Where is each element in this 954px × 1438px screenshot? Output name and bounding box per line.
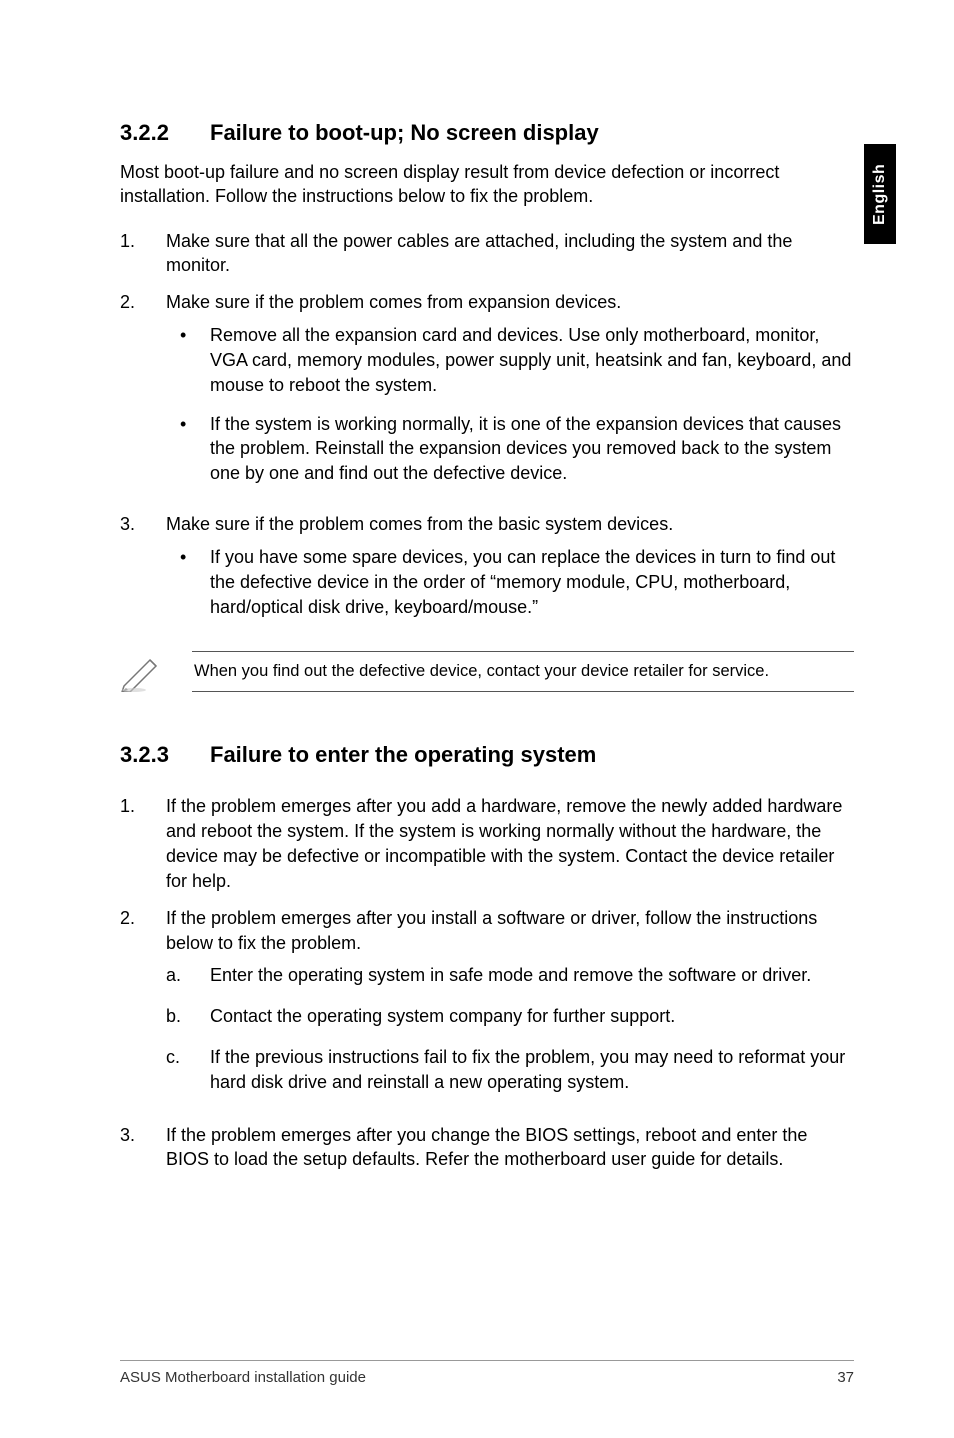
footer-page-number: 37: [837, 1369, 854, 1386]
bullet-item: • If you have some spare devices, you ca…: [166, 545, 854, 619]
item-text: If the problem emerges after you install…: [166, 908, 817, 953]
alpha-list: a. Enter the operating system in safe mo…: [166, 963, 854, 1094]
alpha-item: b. Contact the operating system company …: [166, 1004, 854, 1029]
bullet-item: • Remove all the expansion card and devi…: [166, 323, 854, 397]
item-text: Make sure if the problem comes from expa…: [166, 292, 621, 312]
alpha-text: If the previous instructions fail to fix…: [210, 1045, 854, 1095]
alpha-text: Enter the operating system in safe mode …: [210, 963, 811, 988]
item-text: If the problem emerges after you add a h…: [166, 796, 842, 890]
alpha-item: a. Enter the operating system in safe mo…: [166, 963, 854, 988]
bullet-text: Remove all the expansion card and device…: [210, 323, 854, 397]
pencil-icon: [120, 652, 164, 692]
item-marker: 3.: [120, 512, 166, 633]
list-item: 1. Make sure that all the power cables a…: [120, 229, 854, 279]
alpha-marker: a.: [166, 963, 210, 988]
item-body: Make sure that all the power cables are …: [166, 229, 854, 279]
section-title: Failure to enter the operating system: [210, 742, 596, 768]
item-marker: 1.: [120, 794, 166, 893]
list-item: 3. Make sure if the problem comes from t…: [120, 512, 854, 633]
section-title: Failure to boot-up; No screen display: [210, 120, 599, 146]
ordered-list-323: 1. If the problem emerges after you add …: [120, 794, 854, 1172]
language-tab: English: [864, 144, 896, 244]
item-body: If the problem emerges after you change …: [166, 1123, 854, 1173]
bullet-list: • If you have some spare devices, you ca…: [166, 545, 854, 619]
bullet-list: • Remove all the expansion card and devi…: [166, 323, 854, 486]
alpha-marker: b.: [166, 1004, 210, 1029]
list-item: 2. Make sure if the problem comes from e…: [120, 290, 854, 500]
page: English 3.2.2 Failure to boot-up; No scr…: [0, 0, 954, 1438]
page-footer: ASUS Motherboard installation guide 37: [120, 1360, 854, 1386]
list-item: 1. If the problem emerges after you add …: [120, 794, 854, 893]
item-body: If the problem emerges after you install…: [166, 906, 854, 1111]
section-heading-322: 3.2.2 Failure to boot-up; No screen disp…: [120, 120, 854, 146]
item-marker: 2.: [120, 906, 166, 1111]
alpha-text: Contact the operating system company for…: [210, 1004, 675, 1029]
bullet-item: • If the system is working normally, it …: [166, 412, 854, 486]
item-body: If the problem emerges after you add a h…: [166, 794, 854, 893]
footer-left: ASUS Motherboard installation guide: [120, 1369, 366, 1386]
list-item: 2. If the problem emerges after you inst…: [120, 906, 854, 1111]
bullet-marker: •: [166, 545, 210, 619]
list-item: 3. If the problem emerges after you chan…: [120, 1123, 854, 1173]
bullet-marker: •: [166, 412, 210, 486]
note-block: When you find out the defective device, …: [120, 651, 854, 692]
bullet-text: If the system is working normally, it is…: [210, 412, 854, 486]
alpha-item: c. If the previous instructions fail to …: [166, 1045, 854, 1095]
spacer: [120, 782, 854, 794]
section-heading-323: 3.2.3 Failure to enter the operating sys…: [120, 742, 854, 768]
alpha-marker: c.: [166, 1045, 210, 1095]
bullet-marker: •: [166, 323, 210, 397]
item-marker: 1.: [120, 229, 166, 279]
bullet-text: If you have some spare devices, you can …: [210, 545, 854, 619]
note-text: When you find out the defective device, …: [192, 651, 854, 692]
ordered-list-322: 1. Make sure that all the power cables a…: [120, 229, 854, 634]
item-text: If the problem emerges after you change …: [166, 1125, 807, 1170]
section-intro: Most boot-up failure and no screen displ…: [120, 160, 854, 209]
item-marker: 2.: [120, 290, 166, 500]
section-number: 3.2.3: [120, 742, 174, 768]
item-body: Make sure if the problem comes from the …: [166, 512, 854, 633]
item-text: Make sure that all the power cables are …: [166, 231, 792, 276]
item-text: Make sure if the problem comes from the …: [166, 514, 673, 534]
item-body: Make sure if the problem comes from expa…: [166, 290, 854, 500]
section-number: 3.2.2: [120, 120, 174, 146]
item-marker: 3.: [120, 1123, 166, 1173]
